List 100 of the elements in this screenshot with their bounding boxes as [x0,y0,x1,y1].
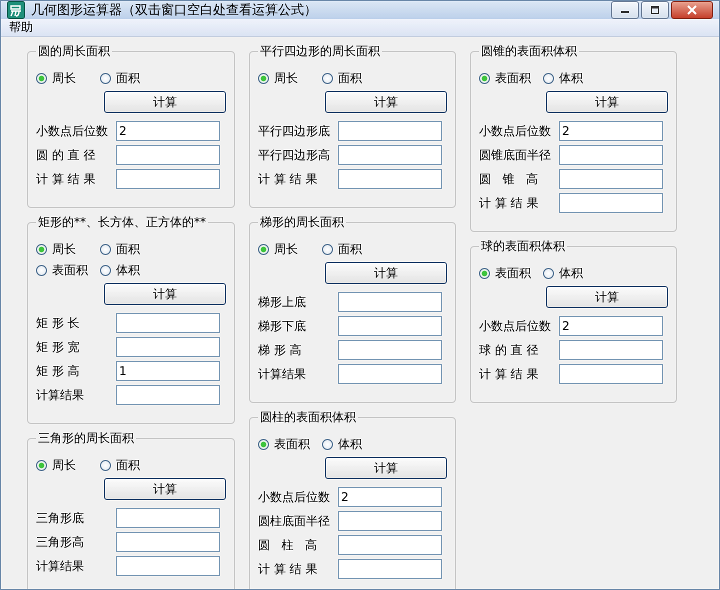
radio-label[interactable]: 体积 [559,265,583,282]
radio-label[interactable]: 周长 [52,457,76,474]
input-field[interactable]: 2 [338,487,442,507]
radio-label[interactable]: 体积 [116,262,140,279]
field-label: 梯形下底 [258,318,307,334]
input-field[interactable]: 2 [559,121,663,141]
radio-button[interactable] [543,73,554,84]
radio-button[interactable] [36,244,47,255]
input-field[interactable] [116,532,220,552]
field-label: 梯 形 高 [258,342,303,358]
radio-label[interactable]: 周长 [52,70,76,87]
input-field[interactable] [116,508,220,528]
input-field[interactable] [338,292,442,312]
input-field[interactable] [116,556,220,576]
radio-label[interactable]: 面积 [338,241,362,258]
input-field[interactable] [338,559,442,579]
input-field[interactable] [338,121,442,141]
group-title: 圆锥的表面积体积 [480,43,578,60]
app-icon [7,1,25,19]
input-field[interactable] [559,364,663,384]
radio-button[interactable] [258,439,269,450]
input-field[interactable] [559,193,663,213]
field-label: 三角形高 [36,534,85,550]
maximize-button[interactable] [641,1,669,19]
radio-button[interactable] [100,460,111,471]
close-icon [686,5,698,15]
input-field[interactable] [116,145,220,165]
radio-button[interactable] [258,244,269,255]
input-field[interactable] [338,535,442,555]
calculate-button[interactable]: 计算 [104,91,226,113]
field-label: 小数点后位数 [36,122,109,140]
radio-label[interactable]: 周长 [274,241,298,258]
input-field[interactable]: 2 [559,316,663,336]
radio-label[interactable]: 周长 [52,241,76,258]
calculate-button[interactable]: 计算 [325,262,447,284]
menu-item[interactable]: 帮助 [9,19,33,36]
input-field[interactable] [338,340,442,360]
radio-button[interactable] [322,73,333,84]
input-field[interactable] [559,145,663,165]
group-title: 圆的周长面积 [37,43,111,60]
radio-label[interactable]: 面积 [116,70,140,87]
field-label: 圆柱底面半径 [258,512,331,530]
field-label: 球 的 直 径 [479,342,540,358]
radio-label[interactable]: 面积 [338,70,362,87]
close-button[interactable] [671,1,713,19]
radio-button[interactable] [100,265,111,276]
radio-button[interactable] [479,73,490,84]
input-field[interactable] [338,511,442,531]
radio-button[interactable] [258,73,269,84]
input-field[interactable]: 1 [116,361,220,381]
input-field[interactable] [338,145,442,165]
calculate-button[interactable]: 计算 [546,91,668,113]
input-field[interactable]: 2 [116,121,220,141]
radio-button[interactable] [100,73,111,84]
field-label: 圆 柱 高 [258,536,318,554]
minimize-button[interactable] [611,1,639,19]
input-field[interactable] [338,316,442,336]
group-title: 圆柱的表面积体积 [259,409,357,426]
radio-label[interactable]: 表面积 [495,70,531,87]
field-label: 计 算 结 果 [258,560,318,578]
radio-label[interactable]: 体积 [559,70,583,87]
input-field[interactable] [116,313,220,333]
radio-button[interactable] [36,460,47,471]
group-title: 球的表面积体积 [480,238,566,255]
radio-label[interactable]: 面积 [116,457,140,474]
input-field[interactable] [116,169,220,189]
input-field[interactable] [116,337,220,357]
calculate-button[interactable]: 计算 [325,457,447,479]
radio-label[interactable]: 表面积 [52,262,88,279]
radio-label[interactable]: 面积 [116,241,140,258]
field-label: 计 算 结 果 [36,170,96,188]
input-field[interactable] [338,169,442,189]
calculate-button[interactable]: 计算 [325,91,447,113]
radio-button[interactable] [322,244,333,255]
input-field[interactable] [559,340,663,360]
radio-button[interactable] [479,268,490,279]
radio-button[interactable] [36,73,47,84]
radio-label[interactable]: 体积 [338,436,362,453]
radio-button[interactable] [322,439,333,450]
calculate-button[interactable]: 计算 [546,286,668,308]
radio-button[interactable] [100,244,111,255]
field-label: 三角形底 [36,510,85,526]
field-label: 梯形上底 [258,294,307,310]
field-label: 计算结果 [36,386,85,404]
radio-button[interactable] [36,265,47,276]
radio-label[interactable]: 表面积 [495,265,531,282]
field-label: 计算结果 [36,558,85,574]
input-field[interactable] [116,385,220,405]
group-title: 矩形的**、长方体、正方体的** [37,214,207,231]
radio-label[interactable]: 表面积 [274,436,310,453]
group-title: 平行四边形的周长面积 [259,43,381,60]
calculate-button[interactable]: 计算 [104,283,226,305]
radio-label[interactable]: 周长 [274,70,298,87]
maximize-icon [650,6,660,14]
calculate-button[interactable]: 计算 [104,478,226,500]
input-field[interactable] [559,169,663,189]
input-field[interactable] [338,364,442,384]
radio-button[interactable] [543,268,554,279]
window-title: 几何图形运算器（双击窗口空白处查看运算公式） [31,2,318,19]
field-label: 计 算 结 果 [258,170,318,188]
